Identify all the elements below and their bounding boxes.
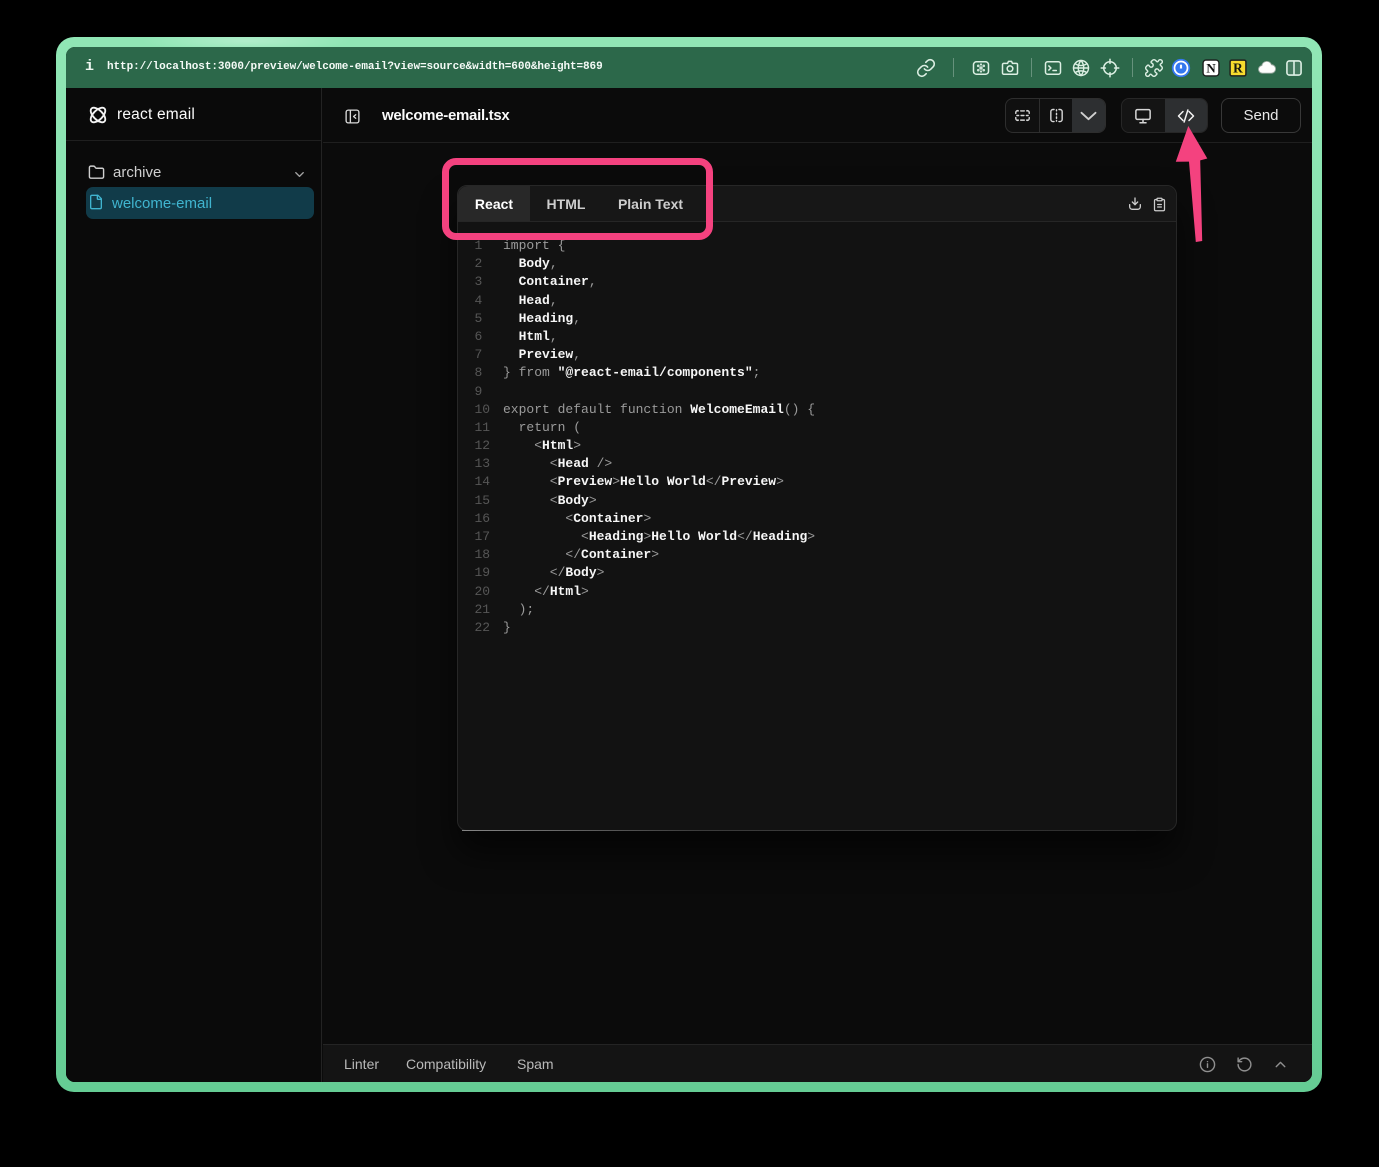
svg-text:N: N bbox=[1206, 61, 1216, 76]
svg-text:R: R bbox=[1233, 61, 1243, 76]
